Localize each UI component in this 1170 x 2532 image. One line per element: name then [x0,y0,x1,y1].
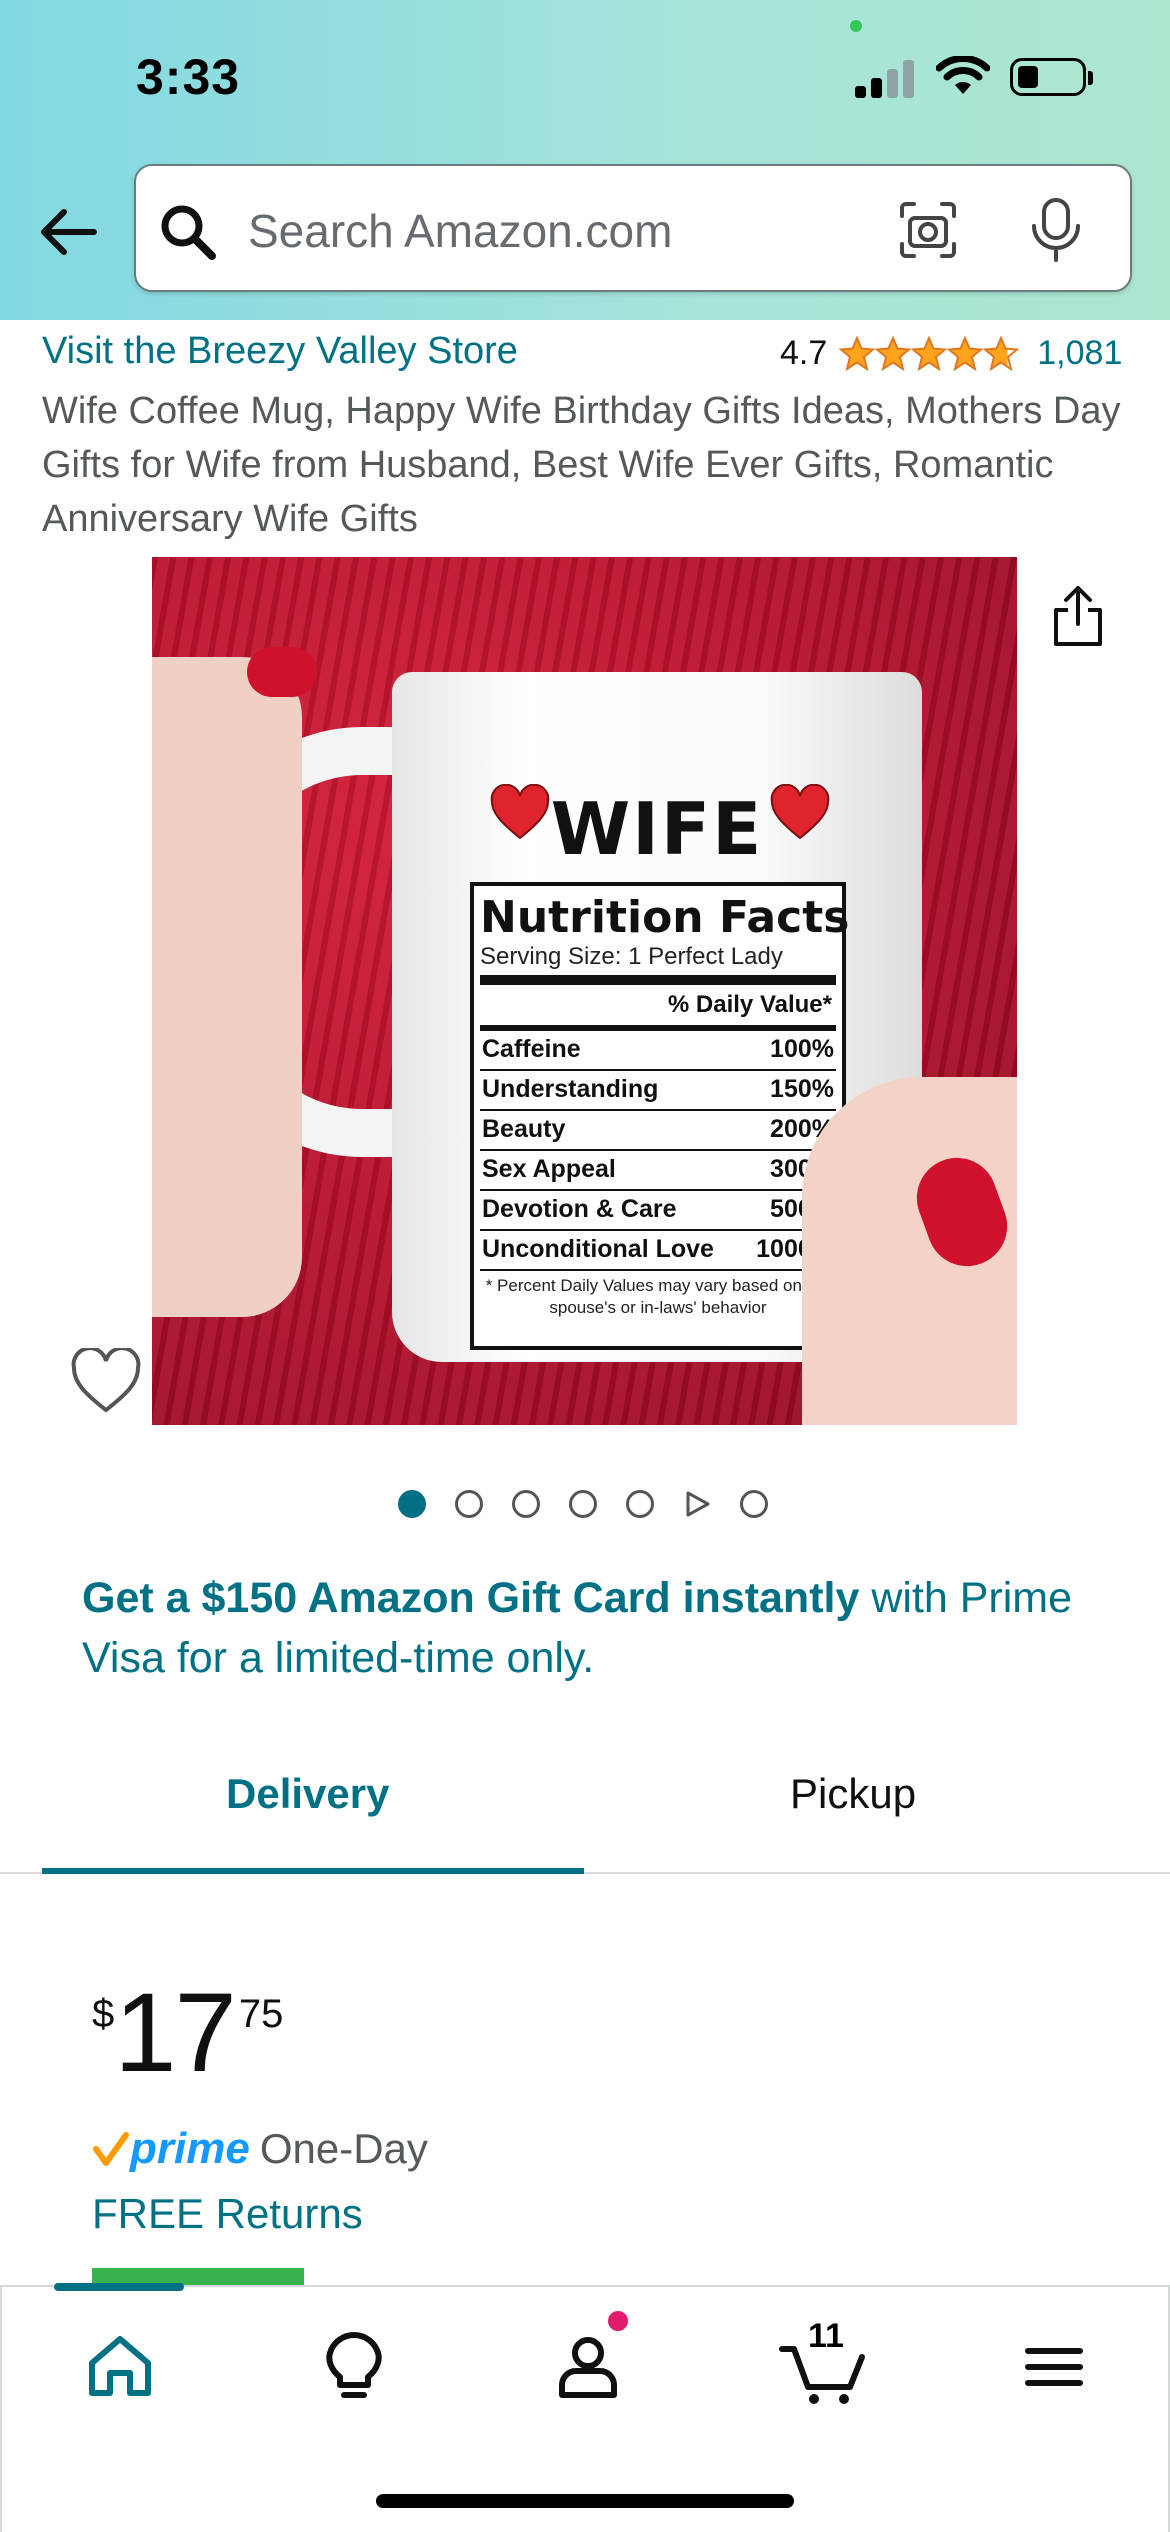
price-whole: 17 [114,1970,237,2095]
nf-row: Devotion & Care500% [480,1191,836,1231]
free-returns-link[interactable]: FREE Returns [92,2190,363,2238]
shipping-speed: One-Day [259,2125,428,2172]
carousel-dot[interactable] [626,1490,654,1518]
battery-icon [1010,58,1093,96]
nav-active-indicator [54,2283,184,2291]
status-time: 3:33 [136,49,241,105]
nf-title: Nutrition Facts [480,892,850,943]
camera-search-icon[interactable] [896,198,960,262]
account-icon[interactable] [548,2327,628,2407]
menu-hamburger-icon[interactable] [1014,2327,1094,2407]
share-icon[interactable] [1048,584,1108,648]
prime-check-icon [93,2132,129,2166]
product-title: Wife Coffee Mug, Happy Wife Birthday Gif… [42,390,1121,540]
tab-delivery[interactable]: Delivery [226,1770,389,1818]
wishlist-heart-icon[interactable] [70,1348,142,1416]
rating-summary[interactable]: 4.7 1,081 [780,334,1122,373]
home-indicator [376,2494,794,2508]
nutrition-facts-label: Nutrition Facts Serving Size: 1 Perfect … [470,882,850,1350]
inspire-lightbulb-icon[interactable] [314,2327,394,2407]
cart-count: 11 [808,2317,844,2355]
price-symbol: $ [92,1992,115,2036]
nf-row: Beauty 200% [480,1111,836,1151]
mug-word: WIFE [550,787,764,871]
carousel-dot[interactable] [512,1490,540,1518]
nf-row: Sex Appeal 300% [480,1151,836,1191]
star-rating-icon [839,336,1021,372]
fingernail [247,647,317,697]
nf-dv-header: % Daily Value* [480,985,836,1031]
notification-badge [606,2309,630,2333]
price: $ 17 75 [92,1970,284,2095]
nf-row: Caffeine 100% [480,1031,836,1071]
carousel-dot[interactable] [569,1490,597,1518]
home-icon[interactable] [80,2327,160,2407]
nf-row: Understanding 150% [480,1071,836,1111]
search-icon [161,205,216,260]
search-input[interactable]: Search Amazon.com [134,164,1132,292]
back-arrow-icon[interactable] [36,200,100,264]
cellular-signal-icon [855,58,915,98]
nf-row: Unconditional Love 1000% [480,1231,836,1271]
prime-shipping: prime One-Day [92,2124,428,2174]
search-placeholder: Search Amazon.com [248,205,673,257]
price-fraction: 75 [238,1992,284,2036]
prime-visa-promo[interactable]: Get a $150 Amazon Gift Card instantly wi… [82,1568,1102,1688]
rating-value: 4.7 [780,334,828,372]
carousel-dot[interactable] [398,1490,426,1518]
active-tab-indicator [42,1868,584,1874]
prime-logo: prime [130,2124,250,2173]
image-carousel-dots[interactable] [398,1490,797,1518]
carousel-dot[interactable] [740,1490,768,1518]
nf-note: * Percent Daily Values may vary based on… [485,1276,831,1317]
wifi-icon [936,56,990,94]
nf-serving: Serving Size: 1 Perfect Lady [480,943,836,985]
heart-icon [770,784,830,840]
promo-bold: Get a $150 Amazon Gift Card instantly [82,1574,860,1622]
product-image[interactable]: WIFE Nutrition Facts Serving Size: 1 Per… [152,557,1017,1425]
header: 3:33 Search Amazon.com [0,0,1170,320]
video-play-icon[interactable] [683,1490,711,1518]
rating-count-link[interactable]: 1,081 [1037,334,1122,373]
hand-left [152,657,302,1317]
carousel-dot[interactable] [455,1490,483,1518]
tab-pickup[interactable]: Pickup [790,1770,916,1818]
privacy-indicator-dot [850,20,862,32]
visit-store-link[interactable]: Visit the Breezy Valley Store [42,330,518,373]
microphone-icon[interactable] [1028,196,1084,264]
